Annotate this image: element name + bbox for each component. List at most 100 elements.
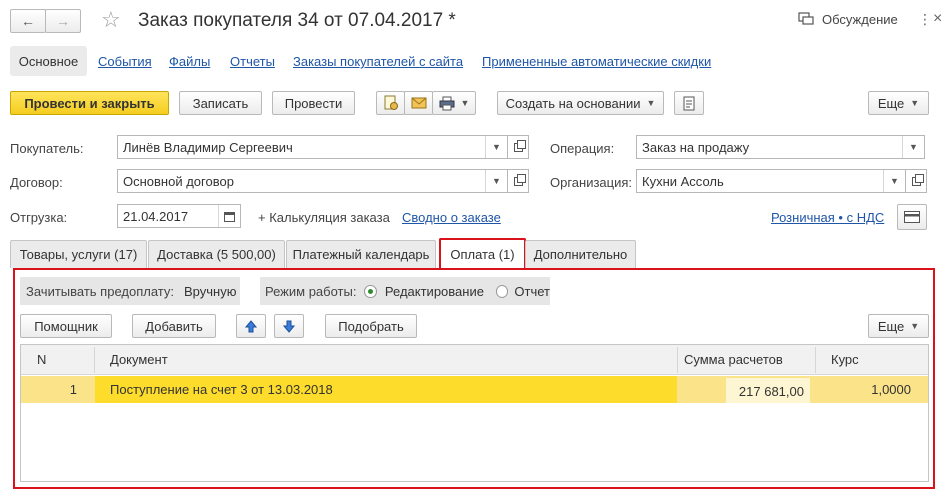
window-title: Заказ покупателя 34 от 07.04.2017 * — [138, 10, 456, 31]
mode-label: Режим работы: — [265, 283, 357, 299]
contract-value: Основной договор — [123, 173, 234, 189]
chevron-down-icon: ▼ — [460, 98, 470, 108]
add-row-button[interactable]: Добавить — [132, 314, 216, 338]
mode-report-label[interactable]: Отчет — [514, 284, 550, 299]
shipment-date-field[interactable]: 21.04.2017 — [117, 204, 241, 228]
discussion-button[interactable]: Обсуждение — [798, 11, 898, 27]
tab-payment-calendar[interactable]: Платежный календарь — [286, 240, 436, 268]
pick-button[interactable]: Подобрать — [325, 314, 417, 338]
order-summary-link[interactable]: Сводно о заказе — [402, 210, 501, 225]
mode-edit-label[interactable]: Редактирование — [385, 284, 484, 299]
tab-payment-label: Оплата (1) — [450, 246, 515, 262]
column-divider — [94, 347, 95, 373]
contract-open-button[interactable] — [507, 169, 529, 193]
cell-document-text: Поступление на счет 3 от 13.03.2018 — [110, 382, 333, 397]
chevron-down-icon: ▼ — [910, 321, 920, 331]
header-sum[interactable]: Сумма расчетов — [684, 352, 783, 367]
more-label: Еще — [877, 95, 905, 111]
close-icon[interactable]: × — [933, 8, 942, 30]
payments-table: N Документ Сумма расчетов Курс 1 Поступл… — [20, 344, 929, 482]
kebab-menu-icon[interactable]: ⋮ — [918, 8, 932, 30]
move-down-button[interactable] — [274, 314, 304, 338]
tab-payment[interactable]: Оплата (1) — [439, 238, 526, 268]
cell-sum[interactable]: 217 681,00 — [726, 378, 810, 403]
tab-additional[interactable]: Дополнительно — [525, 240, 636, 268]
column-divider — [677, 347, 678, 373]
nav-tab-main-label: Основное — [18, 53, 79, 69]
table-row[interactable]: 1 Поступление на счет 3 от 13.03.2018 21… — [21, 376, 928, 403]
assistant-button[interactable]: Помощник — [20, 314, 112, 338]
printer-icon — [439, 96, 455, 110]
contract-label: Договор: — [10, 175, 63, 190]
forward-button[interactable]: → — [45, 9, 81, 33]
favorite-star-icon[interactable]: ☆ — [101, 7, 121, 33]
post-button[interactable]: Провести — [272, 91, 355, 115]
report-document-icon — [683, 96, 695, 110]
organization-field[interactable]: Кухни Ассоль ▼ — [636, 169, 906, 193]
open-icon — [513, 173, 526, 186]
payment-card-button[interactable] — [897, 204, 927, 230]
tab-delivery[interactable]: Доставка (5 500,00) — [148, 240, 285, 268]
organization-label: Организация: — [550, 175, 633, 190]
move-up-button[interactable] — [236, 314, 266, 338]
header-document[interactable]: Документ — [110, 352, 168, 367]
table-more-button[interactable]: Еще ▼ — [868, 314, 929, 338]
report-button[interactable] — [674, 91, 704, 115]
document-structure-icon — [384, 95, 398, 110]
post-and-close-button[interactable]: Провести и закрыть — [10, 91, 169, 115]
buyer-field[interactable]: Линёв Владимир Сергеевич ▼ — [117, 135, 508, 159]
nav-tab-auto-discounts[interactable]: Примененные автоматические скидки — [482, 54, 711, 69]
structure-button[interactable] — [376, 91, 405, 115]
price-type-link[interactable]: Розничная • с НДС — [771, 210, 884, 225]
tab-additional-label: Дополнительно — [533, 247, 628, 262]
nav-tab-events[interactable]: События — [98, 54, 152, 69]
discussion-icon — [798, 12, 814, 25]
buyer-open-button[interactable] — [507, 135, 529, 159]
mode-edit-radio[interactable] — [364, 284, 377, 298]
nav-tab-site-orders[interactable]: Заказы покупателей с сайта — [293, 54, 463, 69]
column-divider — [815, 347, 816, 373]
create-based-on-button[interactable]: Создать на основании ▼ — [497, 91, 664, 115]
organization-value: Кухни Ассоль — [642, 173, 724, 189]
shipment-date-value: 21.04.2017 — [123, 208, 189, 224]
header-rate[interactable]: Курс — [831, 352, 859, 367]
operation-field[interactable]: Заказ на продажу ▼ — [636, 135, 925, 159]
chevron-down-icon[interactable]: ▼ — [883, 170, 905, 192]
chevron-down-icon[interactable]: ▼ — [902, 136, 924, 158]
calendar-icon[interactable] — [218, 205, 240, 227]
email-button[interactable] — [404, 91, 433, 115]
tab-goods[interactable]: Товары, услуги (17) — [10, 240, 147, 268]
nav-tab-files[interactable]: Файлы — [169, 54, 210, 69]
cell-sum-text: 217 681,00 — [738, 384, 804, 399]
organization-open-button[interactable] — [905, 169, 927, 193]
card-icon — [904, 211, 920, 223]
chevron-down-icon[interactable]: ▼ — [485, 136, 507, 158]
discussion-label: Обсуждение — [822, 11, 898, 27]
create-based-on-label: Создать на основании — [505, 95, 641, 111]
cell-rate[interactable]: 1,0000 — [871, 382, 911, 397]
cell-n: 1 — [69, 382, 77, 397]
more-button[interactable]: Еще ▼ — [868, 91, 929, 115]
mode-report-radio[interactable] — [495, 284, 509, 298]
nav-tab-main[interactable]: Основное — [10, 46, 87, 76]
chevron-down-icon: ▼ — [910, 98, 920, 108]
chevron-down-icon[interactable]: ▼ — [485, 170, 507, 192]
header-n[interactable]: N — [37, 352, 46, 367]
save-button[interactable]: Записать — [179, 91, 262, 115]
arrow-left-icon: ← — [21, 13, 35, 29]
calculation-toggle[interactable]: + Калькуляция заказа — [258, 210, 390, 225]
cell-document[interactable]: Поступление на счет 3 от 13.03.2018 — [95, 376, 677, 403]
operation-value: Заказ на продажу — [642, 139, 750, 155]
buyer-label: Покупатель: — [10, 141, 84, 156]
tab-goods-label: Товары, услуги (17) — [19, 247, 138, 262]
table-more-label: Еще — [877, 318, 905, 334]
open-icon — [911, 173, 924, 186]
envelope-icon — [411, 97, 426, 109]
back-button[interactable]: ← — [10, 9, 46, 33]
prepayment-value[interactable]: Вручную — [184, 284, 236, 299]
contract-field[interactable]: Основной договор ▼ — [117, 169, 508, 193]
print-button[interactable]: ▼ — [432, 91, 476, 115]
prepayment-group: Зачитывать предоплату: Вручную — [20, 277, 240, 305]
shipment-label: Отгрузка: — [10, 210, 68, 225]
nav-tab-reports[interactable]: Отчеты — [230, 54, 275, 69]
